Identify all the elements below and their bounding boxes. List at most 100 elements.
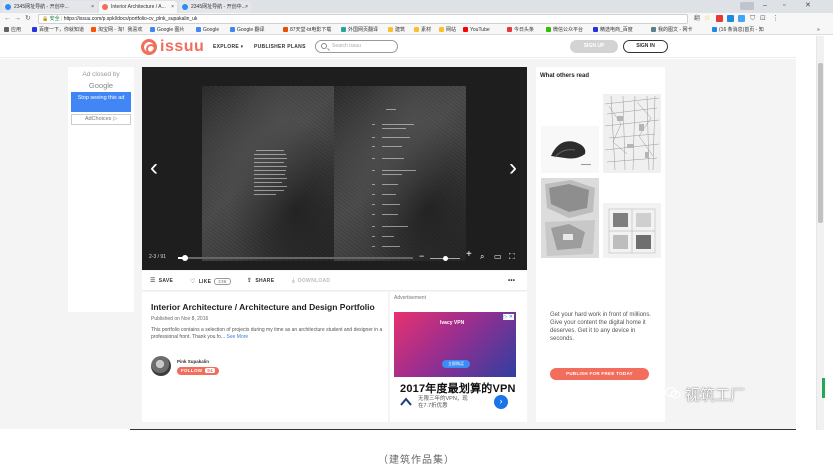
extension-icon[interactable] [716,15,723,22]
bookmark-item[interactable]: 淘宝网 - 淘！我喜欢 [91,25,142,34]
share-icon: ⇪ [247,278,253,284]
profile-icon[interactable] [740,2,754,10]
document-page-right[interactable] [334,86,466,261]
page-progress-handle[interactable] [182,255,189,261]
browser-tab[interactable]: 2345网址导航 - 开创中... × [179,1,251,13]
prev-page-button[interactable]: ‹ [147,153,161,183]
extension-puzzle-icon[interactable]: ⊡ [760,13,766,25]
bookmark-item[interactable]: (16 条消息)首页 - 知 [712,25,764,34]
page-counter: 2-3 / 91 [149,254,166,260]
bookmark-item[interactable]: 外国网页翻译 [341,25,378,34]
issuu-logo-icon[interactable] [141,39,157,55]
vpn-headline[interactable]: 2017年度最划算的VPN [400,380,516,396]
bookmark-item[interactable]: 百度一下，你就知道 [32,25,84,34]
search-icon [321,43,327,49]
url-input[interactable]: 🔒 安全 | https://issuu.com/p.spkl/docs/por… [38,14,688,24]
bookmark-item[interactable]: YouTube [463,25,490,34]
publisher-plans-link[interactable]: PUBLISHER PLANS [254,44,306,50]
page-progress-slider[interactable] [178,255,413,261]
related-publication-thumbnail[interactable] [603,94,661,173]
adchoices-button[interactable]: AdChoices ▷ [71,114,131,125]
bookmark-item[interactable]: 素材 [414,25,431,34]
bookmark-item[interactable]: 精选电商_百度 [593,25,633,34]
vpn-subtext: 无限三年的VPN，现在7.7折优惠 [418,396,468,409]
more-options-button[interactable]: ••• [508,278,515,285]
zoom-out-icon[interactable]: − [419,251,424,261]
related-publication-thumbnail[interactable] [541,126,599,173]
see-more-link[interactable]: See More [227,334,249,340]
bookmark-item[interactable]: Google [196,25,219,34]
maximize-icon[interactable]: ▫ [783,0,785,12]
security-label: 安全 [49,16,60,22]
minimize-icon[interactable]: – [763,0,767,12]
related-publication-thumbnail[interactable] [541,178,599,258]
extension-icon[interactable] [738,15,745,22]
forward-icon[interactable]: → [14,13,21,25]
tab-close-icon[interactable]: × [245,1,248,13]
explore-menu[interactable]: EXPLORE ▾ [213,44,244,50]
bookmark-item[interactable]: Google 翻译 [230,25,265,34]
bookmark-star-icon[interactable]: ☆ [704,13,710,25]
translate-icon[interactable]: 翻 [694,13,700,25]
bookmark-item[interactable]: 今日头条 [507,25,534,34]
browser-tab[interactable]: 2345网址导航 - 开创中... × [2,1,97,13]
document-page-left[interactable] [202,86,334,261]
fullscreen-icon[interactable]: ⛶ [509,252,515,262]
browser-menu-icon[interactable]: ⋮ [772,13,779,25]
issuu-logo[interactable]: issuu [160,38,204,56]
page-scrollbar-thumb[interactable] [818,63,823,223]
search-input[interactable]: Search issuu [315,40,398,53]
document-description: This portfolio contains a selection of p… [151,327,383,340]
zoom-in-icon[interactable]: + [466,250,472,260]
publish-free-button[interactable]: PUBLISH FOR FREE TODAY [550,368,649,380]
close-window-icon[interactable]: ✕ [805,0,811,12]
next-page-button[interactable]: › [506,153,520,183]
like-button[interactable]: ♡ LIKE 236 [190,278,231,286]
bookmark-item[interactable]: 网站 [439,25,456,34]
folder-icon [388,27,393,32]
follow-button[interactable]: FOLLOW 94 [177,367,219,375]
bookmarks-overflow-icon[interactable]: » [810,25,820,34]
ad-close-icon[interactable]: ▷ ✕ [502,314,514,320]
sign-in-button[interactable]: SIGN IN [623,40,668,53]
extension-shield-icon[interactable]: ⛉ [750,13,755,25]
tab-close-icon[interactable]: × [171,1,174,13]
zoom-slider-handle[interactable] [443,256,448,261]
download-button[interactable]: ⤓ DOWNLOAD [292,278,330,285]
magnify-icon[interactable]: ⌕ [480,252,484,262]
wechat-watermark-icon [665,387,681,399]
document-info: Interior Architecture / Architecture and… [142,292,388,422]
bookmark-item[interactable]: 微信公众平台 [546,25,583,34]
author-name[interactable]: Pink Supakalin [177,359,209,364]
like-count: 236 [214,278,231,285]
sign-up-button[interactable]: SIGN UP [570,40,618,53]
share-button[interactable]: ⇪ SHARE [247,278,274,285]
tab-favicon-icon [102,4,108,10]
vpn-advertisement[interactable]: Advertisement Ivacy VPN ▷ ✕ 立即购买 2017年度最… [390,292,527,422]
bookmark-item[interactable]: 我的图文 - 网卡 [651,25,692,34]
single-page-icon[interactable]: ▭ [494,252,502,262]
browser-tab-active[interactable]: Interior Architecture / A... × [99,1,177,13]
reload-icon[interactable]: ↻ [25,13,31,25]
bookmark-item[interactable]: 应用 [4,25,21,34]
vpn-banner-image[interactable]: Ivacy VPN ▷ ✕ 立即购买 [394,312,516,377]
bookmark-item[interactable]: 建筑 [388,25,405,34]
related-publication-thumbnail[interactable] [603,203,661,258]
page-scrollbar[interactable] [816,36,824,430]
bookmark-item[interactable]: Google 图片 [150,25,185,34]
author-avatar[interactable] [151,356,171,376]
publish-date: Published on Nov 8, 2016 [151,316,209,322]
back-icon[interactable]: ← [4,13,11,25]
document-viewer[interactable]: ‹ › [142,67,527,270]
bookmark-item[interactable]: 87天堂-bt电影下载 [283,25,331,34]
extension-icon[interactable] [727,15,734,22]
stop-seeing-ad-button[interactable]: Stop seeing this ad [71,92,131,112]
folder-icon [439,27,444,32]
save-button[interactable]: ☰ SAVE [150,278,173,285]
baidu-icon [32,27,37,32]
document-spread[interactable] [202,86,466,261]
tab-close-icon[interactable]: × [91,1,94,13]
document-toolbar: ☰ SAVE ♡ LIKE 236 ⇪ SHARE ⤓ DOWNLOAD ••• [142,271,527,291]
buy-now-button[interactable]: 立即购买 [442,360,470,368]
ad-go-arrow-icon[interactable]: › [494,395,508,409]
